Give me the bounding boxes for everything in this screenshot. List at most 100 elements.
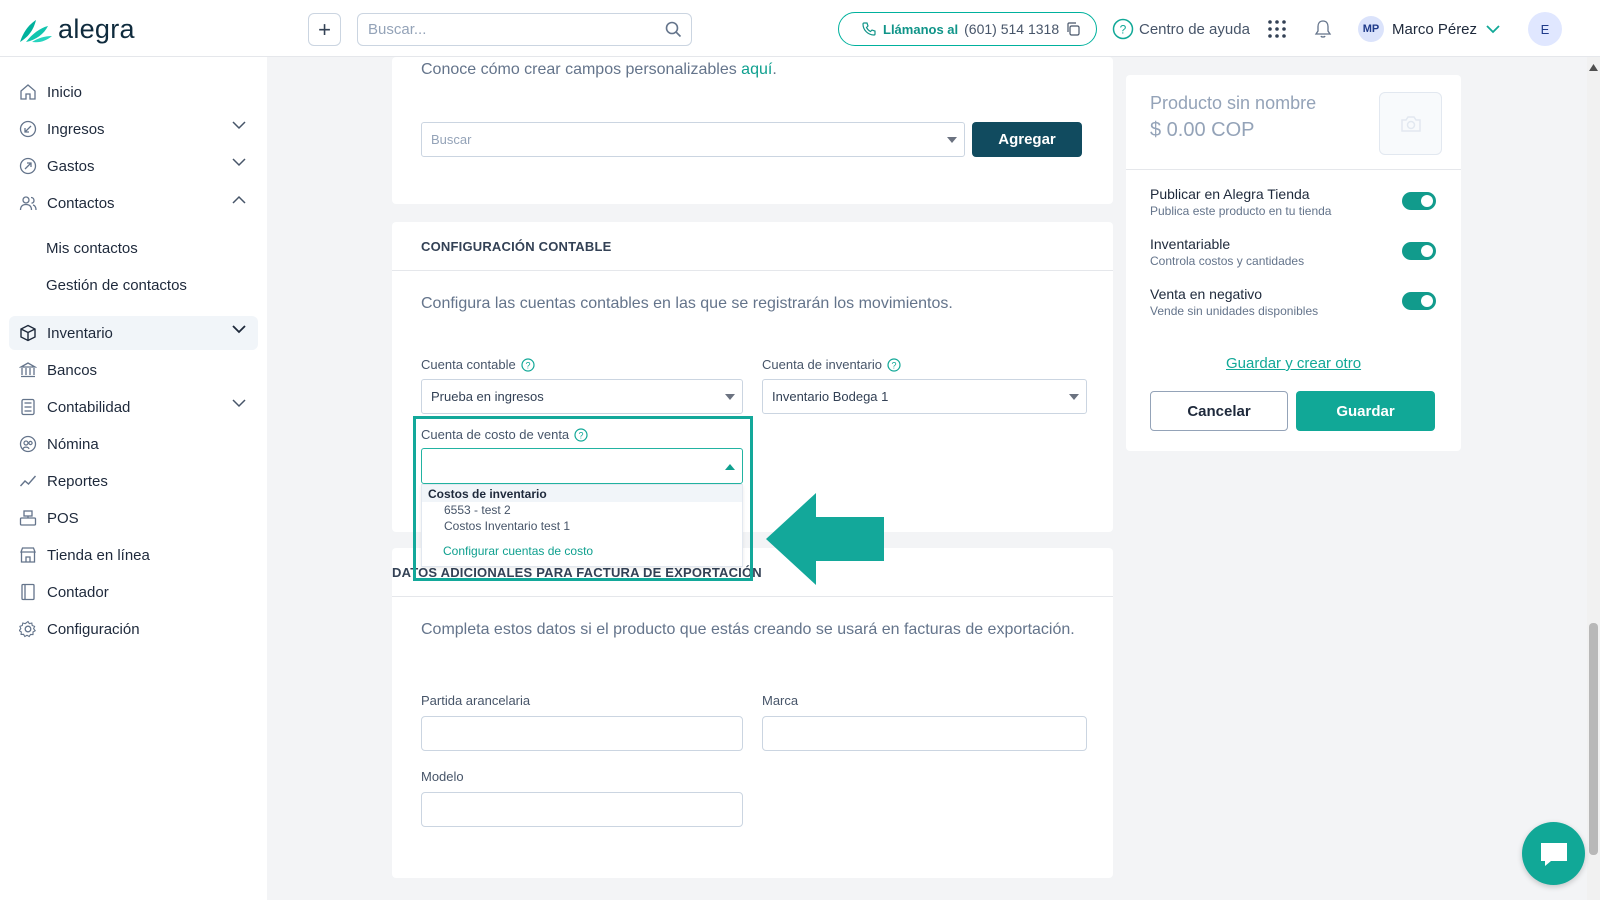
svg-text:?: ? xyxy=(1120,23,1127,37)
custom-fields-help-text: Conoce cómo crear campos personalizables xyxy=(421,61,737,78)
sidebar-item-configuracion[interactable]: Configuración xyxy=(9,612,258,646)
tariff-input[interactable] xyxy=(421,716,743,751)
call-label: Llámanos al xyxy=(883,21,959,37)
quick-add-button[interactable]: + xyxy=(308,13,341,46)
copy-icon[interactable] xyxy=(1065,21,1081,37)
sidebar-item-label: Ingresos xyxy=(47,120,105,138)
chat-support-button[interactable] xyxy=(1522,822,1585,885)
sidebar-item-label: Contabilidad xyxy=(47,398,131,416)
sidebar-subitem-mis-contactos[interactable]: Mis contactos xyxy=(46,240,138,257)
svg-text:?: ? xyxy=(891,360,896,370)
user-menu[interactable]: MP Marco Pérez xyxy=(1358,16,1501,42)
help-circle-icon: ? xyxy=(1112,18,1134,40)
negative-sale-title: Venta en negativo xyxy=(1150,286,1263,302)
gear-icon xyxy=(19,620,37,638)
sidebar-item-label: Gastos xyxy=(47,157,95,175)
model-input[interactable] xyxy=(421,792,743,827)
cash-register-icon xyxy=(19,510,37,526)
notifications-bell-icon[interactable] xyxy=(1314,19,1332,39)
custom-field-search-select[interactable]: Buscar xyxy=(421,122,965,157)
global-search-input[interactable] xyxy=(358,14,648,45)
chat-icon xyxy=(1540,842,1567,866)
chevron-down-icon xyxy=(232,325,246,334)
inventoriable-toggle[interactable] xyxy=(1402,242,1436,260)
sidebar-item-label: Inicio xyxy=(47,83,83,101)
publish-store-title: Publicar en Alegra Tienda xyxy=(1150,186,1310,202)
sidebar-item-label: Contador xyxy=(47,583,109,601)
plus-icon: + xyxy=(318,16,331,42)
save-and-new-link[interactable]: Guardar y crear otro xyxy=(1226,355,1361,372)
sidebar: Inicio Ingresos Gastos Contactos Mis con… xyxy=(0,57,267,900)
sidebar-item-pos[interactable]: POS xyxy=(9,501,258,535)
camera-icon xyxy=(1400,115,1421,132)
sidebar-item-contabilidad[interactable]: Contabilidad xyxy=(9,390,258,424)
chevron-down-icon xyxy=(1486,25,1500,34)
trend-line-icon xyxy=(19,475,37,487)
sidebar-item-nomina[interactable]: Nómina xyxy=(9,427,258,461)
inventoriable-subtitle: Controla costos y cantidades xyxy=(1150,254,1305,268)
payroll-people-icon xyxy=(19,435,37,453)
phone-icon xyxy=(862,22,876,36)
help-circle-icon[interactable]: ? xyxy=(887,357,901,372)
inventory-field-label: Cuenta de inventario ? xyxy=(762,357,901,372)
alegra-logo[interactable]: alegra xyxy=(18,14,135,45)
negative-sale-subtitle: Vende sin unidades disponibles xyxy=(1150,304,1319,318)
arrow-left-icon xyxy=(766,493,884,585)
chevron-up-icon xyxy=(232,195,246,204)
add-custom-field-button[interactable]: Agregar xyxy=(972,122,1082,157)
ledger-book-icon xyxy=(21,583,35,601)
account-label-text: Cuenta contable xyxy=(421,357,516,372)
brand-label: Marca xyxy=(762,693,799,708)
sidebar-subitem-gestion-contactos[interactable]: Gestión de contactos xyxy=(46,277,187,294)
publish-store-subtitle: Publica este producto en tu tienda xyxy=(1150,204,1332,218)
alegra-leaf-icon xyxy=(20,19,52,42)
search-icon[interactable] xyxy=(665,21,682,38)
apps-grid-icon[interactable] xyxy=(1267,19,1287,39)
logo-text: alegra xyxy=(58,14,135,44)
export-data-card: DATOS ADICIONALES PARA FACTURA DE EXPORT… xyxy=(392,548,1113,878)
brand-input[interactable] xyxy=(762,716,1087,751)
sidebar-item-ingresos[interactable]: Ingresos xyxy=(9,112,258,146)
sidebar-item-inicio[interactable]: Inicio xyxy=(9,75,258,109)
custom-field-search-placeholder: Buscar xyxy=(431,132,472,147)
account-select[interactable]: Prueba en ingresos xyxy=(421,379,743,414)
sidebar-item-reportes[interactable]: Reportes xyxy=(9,464,258,498)
sidebar-item-label: Configuración xyxy=(47,620,140,638)
sidebar-item-contactos[interactable]: Contactos xyxy=(9,186,258,220)
sidebar-item-bancos[interactable]: Bancos xyxy=(9,353,258,387)
cancel-button[interactable]: Cancelar xyxy=(1150,391,1288,431)
scrollbar-thumb[interactable] xyxy=(1589,623,1598,855)
help-center-link[interactable]: ? Centro de ayuda xyxy=(1112,18,1250,40)
custom-fields-help-link[interactable]: aquí xyxy=(741,61,772,78)
bank-icon xyxy=(19,362,37,378)
sidebar-item-inventario[interactable]: Inventario xyxy=(9,316,258,350)
save-button[interactable]: Guardar xyxy=(1296,391,1435,431)
sidebar-item-tienda-en-linea[interactable]: Tienda en línea xyxy=(9,538,258,572)
store-icon xyxy=(20,547,36,563)
sidebar-item-label: Tienda en línea xyxy=(47,546,150,564)
account-avatar[interactable]: E xyxy=(1528,12,1562,46)
chevron-down-icon xyxy=(232,121,246,130)
section-divider xyxy=(392,596,1113,597)
sidebar-item-contador[interactable]: Contador xyxy=(9,575,258,609)
call-number: (601) 514 1318 xyxy=(964,21,1060,37)
contacts-icon xyxy=(19,196,37,211)
inventory-label-text: Cuenta de inventario xyxy=(762,357,882,372)
custom-fields-help: Conoce cómo crear campos personalizables… xyxy=(421,61,777,79)
model-label: Modelo xyxy=(421,769,464,784)
publish-store-toggle[interactable] xyxy=(1402,192,1436,210)
inventoriable-title: Inventariable xyxy=(1150,236,1231,252)
tariff-label: Partida arancelaria xyxy=(421,693,531,708)
sidebar-item-gastos[interactable]: Gastos xyxy=(9,149,258,183)
call-us-pill[interactable]: Llámanos al (601) 514 1318 xyxy=(838,12,1097,46)
scroll-up-arrow-icon[interactable] xyxy=(1589,64,1598,71)
sidebar-item-label: Contactos xyxy=(47,194,115,212)
inventory-account-select[interactable]: Inventario Bodega 1 xyxy=(762,379,1087,414)
accounting-description: Configura las cuentas contables en las q… xyxy=(421,295,953,312)
negative-sale-toggle[interactable] xyxy=(1402,292,1436,310)
product-image-upload[interactable] xyxy=(1379,92,1442,155)
highlight-box xyxy=(413,416,753,581)
home-icon xyxy=(20,84,36,100)
help-circle-icon[interactable]: ? xyxy=(521,357,535,372)
income-arrow-icon xyxy=(19,120,37,138)
